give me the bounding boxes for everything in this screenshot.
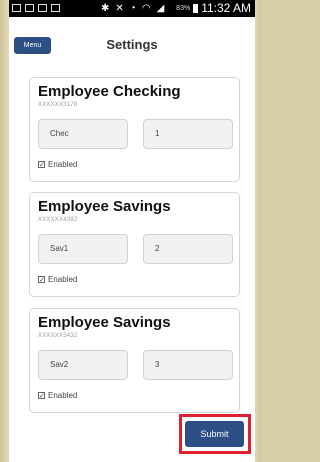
account-name: Employee Savings <box>38 198 171 215</box>
abbreviation-field[interactable]: Sav1 <box>38 234 128 264</box>
account-card: Employee Savings XXXXXX4392 Sav1 2 ✓ Ena… <box>29 192 240 297</box>
status-right: 83% 11:32 AM <box>176 0 251 17</box>
order-field[interactable]: 3 <box>143 350 233 380</box>
mute-icon: ✕ <box>115 3 124 14</box>
notification-icon <box>25 4 34 12</box>
account-number: XXXXXX3178 <box>38 102 78 108</box>
account-number: XXXXXX4392 <box>38 217 78 223</box>
submit-button[interactable]: Submit <box>185 421 244 447</box>
enabled-label: Enabled <box>48 275 78 284</box>
clock: 11:32 AM <box>201 1 251 15</box>
account-card: Employee Checking XXXXXX3178 Chec 1 ✓ En… <box>29 77 240 182</box>
abbreviation-field[interactable]: Sav2 <box>38 350 128 380</box>
page-title: Settings <box>106 37 158 52</box>
app-header: Menu Settings <box>9 17 255 55</box>
checkmark-icon: ✓ <box>38 276 45 284</box>
device-bezel-left <box>0 0 9 462</box>
enabled-checkbox[interactable]: ✓ Enabled <box>38 391 77 400</box>
enabled-label: Enabled <box>48 160 78 169</box>
account-number: XXXXXX5432 <box>38 333 78 339</box>
notification-icons <box>12 0 60 12</box>
notification-icon <box>12 4 21 12</box>
notification-icon <box>51 4 60 12</box>
system-icons: ✱ ✕ ◔ ◠ ◢ <box>101 0 164 17</box>
phone-screen: ✱ ✕ ◔ ◠ ◢ 83% 11:32 AM Menu Settings Emp… <box>9 0 255 462</box>
enabled-checkbox[interactable]: ✓ Enabled <box>38 160 77 169</box>
enabled-label: Enabled <box>48 391 78 400</box>
checkmark-icon: ✓ <box>38 161 45 169</box>
account-name: Employee Checking <box>38 83 181 100</box>
device-bezel-right <box>255 0 261 462</box>
signal-icon: ◢ <box>156 3 165 14</box>
account-name: Employee Savings <box>38 314 171 331</box>
enabled-checkbox[interactable]: ✓ Enabled <box>38 275 77 284</box>
account-card: Employee Savings XXXXXX5432 Sav2 3 ✓ Ena… <box>29 308 240 413</box>
status-bar: ✱ ✕ ◔ ◠ ◢ 83% 11:32 AM <box>9 0 255 17</box>
abbreviation-field[interactable]: Chec <box>38 119 128 149</box>
order-field[interactable]: 2 <box>143 234 233 264</box>
battery-icon <box>193 4 199 13</box>
bluetooth-icon: ✱ <box>101 3 110 14</box>
notification-icon <box>38 4 47 12</box>
wifi-icon: ◠ <box>141 3 151 14</box>
battery-percent: 83% <box>176 5 191 12</box>
order-field[interactable]: 1 <box>143 119 233 149</box>
checkmark-icon: ✓ <box>38 392 45 400</box>
alarm-icon: ◔ <box>129 3 136 14</box>
